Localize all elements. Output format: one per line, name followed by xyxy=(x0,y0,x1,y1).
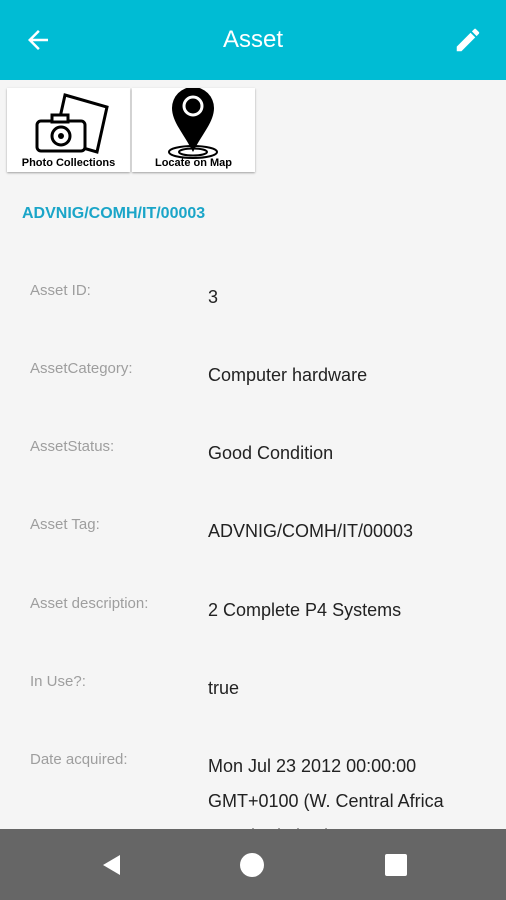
page-title: Asset xyxy=(222,26,284,53)
map-pin-icon xyxy=(168,88,218,159)
asset-code-heading: ADVNIG/COMH/IT/00003 xyxy=(22,205,206,222)
detail-value: 3 xyxy=(208,287,219,307)
detail-label: AssetCategory: xyxy=(30,360,133,377)
square-recents-icon xyxy=(385,853,407,876)
detail-label: AssetStatus: xyxy=(30,438,115,455)
detail-label: Date acquired: xyxy=(30,751,128,768)
system-nav-bar xyxy=(0,829,506,900)
nav-back-button[interactable] xyxy=(82,829,142,900)
nav-recents-button[interactable] xyxy=(366,829,426,900)
action-tiles: Photo Collections Locate on Map xyxy=(7,88,255,172)
detail-label: In Use?: xyxy=(30,673,86,690)
detail-value: ADVNIG/COMH/IT/00003 xyxy=(208,521,414,541)
detail-value: 2 Complete P4 Systems xyxy=(208,600,402,620)
locate-on-map-button[interactable]: Locate on Map xyxy=(132,88,255,172)
locate-on-map-label: Locate on Map xyxy=(154,157,232,169)
detail-value: true xyxy=(208,678,240,698)
photo-collections-label: Photo Collections xyxy=(21,157,116,169)
detail-label: Asset Tag: xyxy=(30,516,100,533)
nav-home-button[interactable] xyxy=(222,829,282,900)
triangle-back-icon xyxy=(103,854,120,875)
camera-photo-icon xyxy=(35,93,109,154)
photo-collections-button[interactable]: Photo Collections xyxy=(7,88,130,172)
detail-value: Computer hardware xyxy=(208,365,368,385)
edit-button[interactable] xyxy=(450,22,486,58)
detail-label: Asset ID: xyxy=(30,282,91,299)
detail-label: Asset description: xyxy=(30,595,149,612)
circle-home-icon xyxy=(240,852,264,877)
pencil-icon xyxy=(456,28,480,52)
app-bar: Asset xyxy=(0,0,506,80)
detail-value: Good Condition xyxy=(208,443,334,463)
